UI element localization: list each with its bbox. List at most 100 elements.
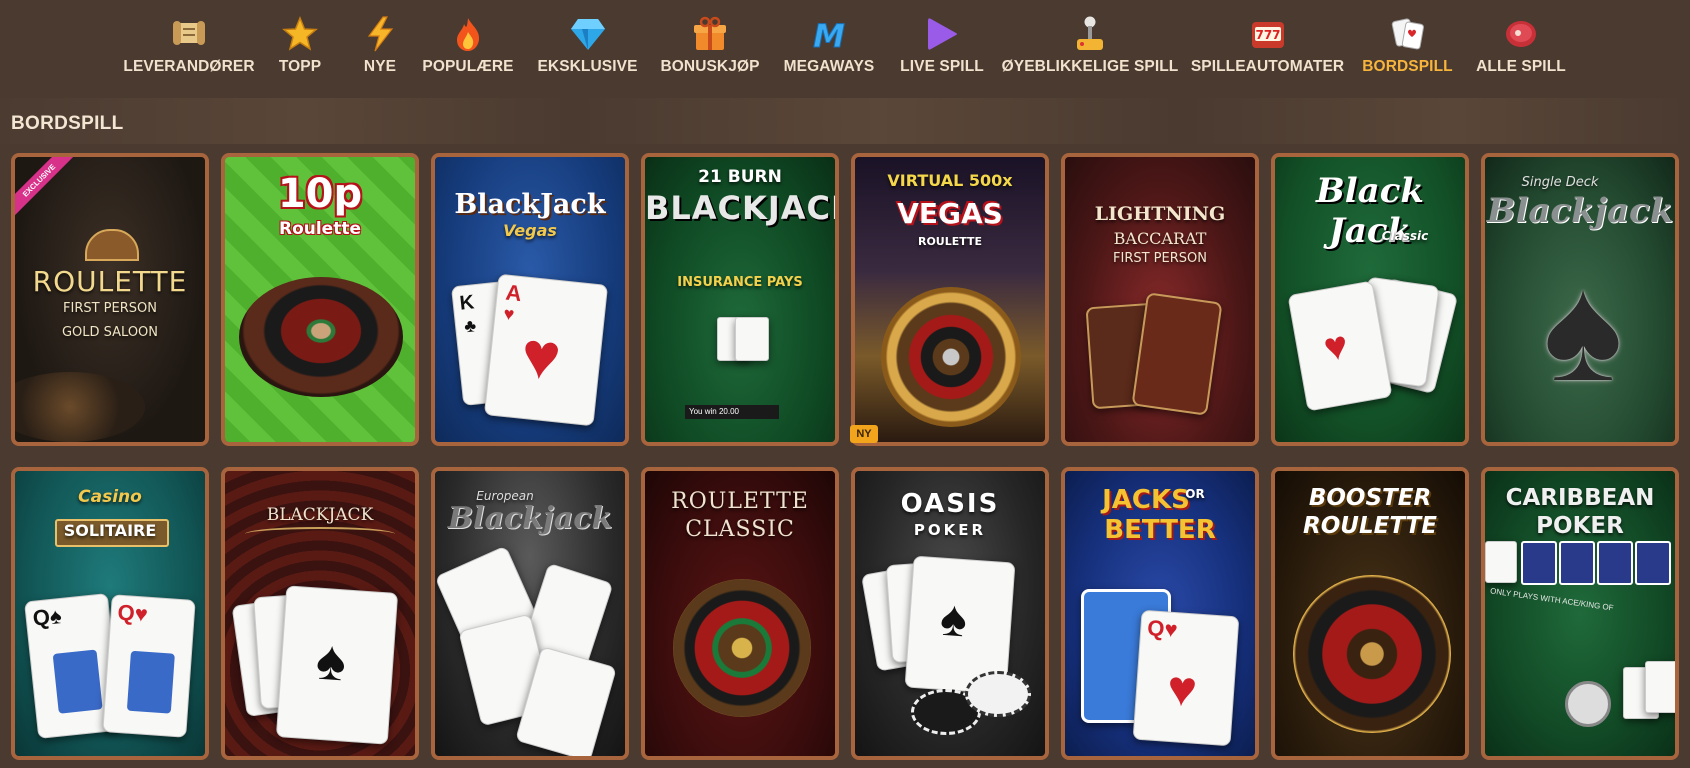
- section-title: BORDSPILL: [11, 113, 124, 134]
- nav-item-oyeblikkelige-spill[interactable]: ØYEBLIKKELIGE SPILL: [1002, 14, 1178, 84]
- game-tile-blackjack[interactable]: BLACKJACK ♠: [221, 467, 419, 760]
- game-tile-blackjack-vegas[interactable]: BlackJack Vegas K ♣ A ♥ ♥: [431, 153, 629, 446]
- game-title: Blackjack: [1486, 191, 1674, 231]
- game-tile-blackjack-classic[interactable]: Black Jack Classic ♥: [1271, 153, 1469, 446]
- diamond-icon: [568, 14, 608, 54]
- game-subtitle-2: ROULETTE: [917, 235, 983, 248]
- nav-label: ALLE SPILL: [1476, 58, 1566, 75]
- game-tile-oasis-poker[interactable]: OASIS POKER ♠: [851, 467, 1049, 760]
- game-tile-10p-roulette[interactable]: 10p Roulette: [221, 153, 419, 446]
- game-title: OASIS: [900, 489, 1000, 519]
- game-tile-roulette-classic[interactable]: ROULETTE CLASSIC: [641, 467, 839, 760]
- nav-item-leverandorer[interactable]: LEVERANDØRER: [123, 14, 255, 84]
- card-row: [1485, 541, 1675, 585]
- game-subtitle: VIRTUAL 500x: [887, 171, 1013, 190]
- card-back: [1559, 541, 1595, 585]
- nav-label: MEGAWAYS: [783, 58, 875, 75]
- meat-icon: [1501, 14, 1541, 54]
- game-tile-jacks-or-better[interactable]: JACKS OR BETTER Q♥ ♥: [1061, 467, 1259, 760]
- game-tile-casino-solitaire[interactable]: Casino SOLITAIRE Q♠ Q♥: [11, 467, 209, 760]
- nav-item-bonuskjop[interactable]: BONUSKJØP: [660, 14, 759, 84]
- slot-machine-icon: 777: [1248, 14, 1288, 54]
- playing-card: [1485, 541, 1517, 583]
- game-title: BOOSTER: [1308, 485, 1432, 511]
- game-subtitle: Roulette: [278, 219, 361, 239]
- game-title-connector: OR: [1185, 487, 1205, 501]
- game-title: BLACKJACK: [645, 189, 839, 227]
- playing-card-ace-hearts: A ♥ ♥: [483, 273, 609, 427]
- playing-card-ace-spades: ♠: [275, 585, 399, 745]
- roulette-wheel-image: [1293, 575, 1451, 733]
- game-tile-lightning-baccarat[interactable]: LIGHTNING BACCARAT FIRST PERSON: [1061, 153, 1259, 446]
- nav-item-live-spill[interactable]: LIVE SPILL: [896, 14, 988, 84]
- decorative-band: [0, 98, 1690, 144]
- scroll-icon: [169, 14, 209, 54]
- nav-label: BORDSPILL: [1362, 58, 1453, 75]
- nav-item-topp[interactable]: TOPP: [270, 14, 330, 84]
- game-tile-virtual-vegas-roulette[interactable]: VIRTUAL 500x VEGAS ROULETTE: [851, 153, 1049, 446]
- game-tile-single-deck-blackjack[interactable]: Single Deck Blackjack ♠: [1481, 153, 1679, 446]
- new-badge: NY: [850, 425, 878, 443]
- playing-cards-icon: [1388, 14, 1428, 54]
- joystick-icon: [1070, 14, 1110, 54]
- game-subtitle: BACCARAT: [1113, 229, 1207, 248]
- nav-label: BONUSKJØP: [660, 58, 760, 75]
- game-title: BlackJack: [454, 189, 606, 220]
- card-back: [1521, 541, 1557, 585]
- nav-item-megaways[interactable]: M MEGAWAYS: [783, 14, 875, 84]
- game-subtitle: Single Deck: [1521, 175, 1599, 190]
- decorative-wings: [245, 527, 395, 541]
- playing-card-queen-hearts: Q♥ ♥: [1132, 609, 1240, 747]
- playing-card-ace-diamonds: [1131, 292, 1223, 416]
- play-icon: [922, 14, 962, 54]
- game-title: ROULETTE: [32, 265, 188, 298]
- game-title: CARIBBEAN: [1505, 485, 1655, 511]
- svg-text:777: 777: [1255, 28, 1280, 42]
- roulette-wheel-image: [673, 579, 811, 717]
- gift-icon: [690, 14, 730, 54]
- game-subtitle: POKER: [1536, 513, 1624, 539]
- game-tile-roulette-first-person[interactable]: EXCLUSIVE ROULETTE FIRST PERSON GOLD SAL…: [11, 153, 209, 446]
- nav-item-populaere[interactable]: POPULÆRE: [422, 14, 514, 84]
- game-title: VEGAS: [897, 197, 1003, 230]
- star-icon: [280, 14, 320, 54]
- game-title: BLACKJACK: [266, 505, 374, 525]
- game-subtitle: BETTER: [1104, 515, 1216, 545]
- game-tile-21-burn-blackjack[interactable]: 21 BURN BLACKJACK INSURANCE PAYS You win…: [641, 153, 839, 446]
- nav-label: LEVERANDØRER: [123, 58, 255, 75]
- game-subtitle: Casino: [78, 487, 142, 507]
- game-tile-caribbean-poker[interactable]: CARIBBEAN POKER ONLY PLAYS WITH ACE/KING…: [1481, 467, 1679, 760]
- playing-card-queen-hearts: Q♥: [102, 594, 196, 738]
- game-title: 10p: [277, 171, 363, 217]
- game-subtitle-2: FIRST PERSON: [1113, 251, 1207, 266]
- game-title: ROULETTE: [671, 489, 809, 514]
- category-nav: LEVERANDØRER TOPP NYE POPULÆRE EKSKLUSIV…: [0, 0, 1690, 98]
- card-back: [1635, 541, 1671, 585]
- nav-item-spilleautomater[interactable]: 777 SPILLEAUTOMATER: [1191, 14, 1344, 84]
- svg-text:M: M: [813, 17, 845, 51]
- game-subtitle: FIRST PERSON: [63, 301, 157, 316]
- poker-chips: [965, 671, 1031, 717]
- game-subtitle: CLASSIC: [685, 517, 795, 542]
- nav-item-bordspill[interactable]: BORDSPILL: [1360, 14, 1455, 84]
- nav-item-eksklusive[interactable]: EKSKLUSIVE: [537, 14, 638, 84]
- poker-chip: [1565, 681, 1611, 727]
- game-subtitle: Classic: [1381, 229, 1429, 243]
- game-tile-booster-roulette[interactable]: BOOSTER ROULETTE: [1271, 467, 1469, 760]
- nav-label: POPULÆRE: [422, 58, 514, 75]
- playing-card: [1645, 661, 1675, 713]
- game-subtitle-2: GOLD SALOON: [61, 325, 159, 340]
- fire-icon: [448, 14, 488, 54]
- game-subtitle: ROULETTE: [1303, 513, 1437, 539]
- nav-label: ØYEBLIKKELIGE SPILL: [1001, 58, 1179, 75]
- roulette-wheel-image: [881, 287, 1021, 427]
- nav-label: SPILLEAUTOMATER: [1190, 58, 1345, 75]
- nav-label: EKSKLUSIVE: [537, 58, 638, 75]
- game-title: Blackjack: [447, 501, 613, 536]
- nav-item-alle-spill[interactable]: ALLE SPILL: [1476, 14, 1566, 84]
- win-message: You win 20.00: [685, 405, 779, 419]
- game-tile-european-blackjack[interactable]: European Blackjack: [431, 467, 629, 760]
- nav-item-nye[interactable]: NYE: [355, 14, 405, 84]
- nav-label: NYE: [363, 58, 397, 75]
- spade-icon: ♠: [1543, 244, 1623, 412]
